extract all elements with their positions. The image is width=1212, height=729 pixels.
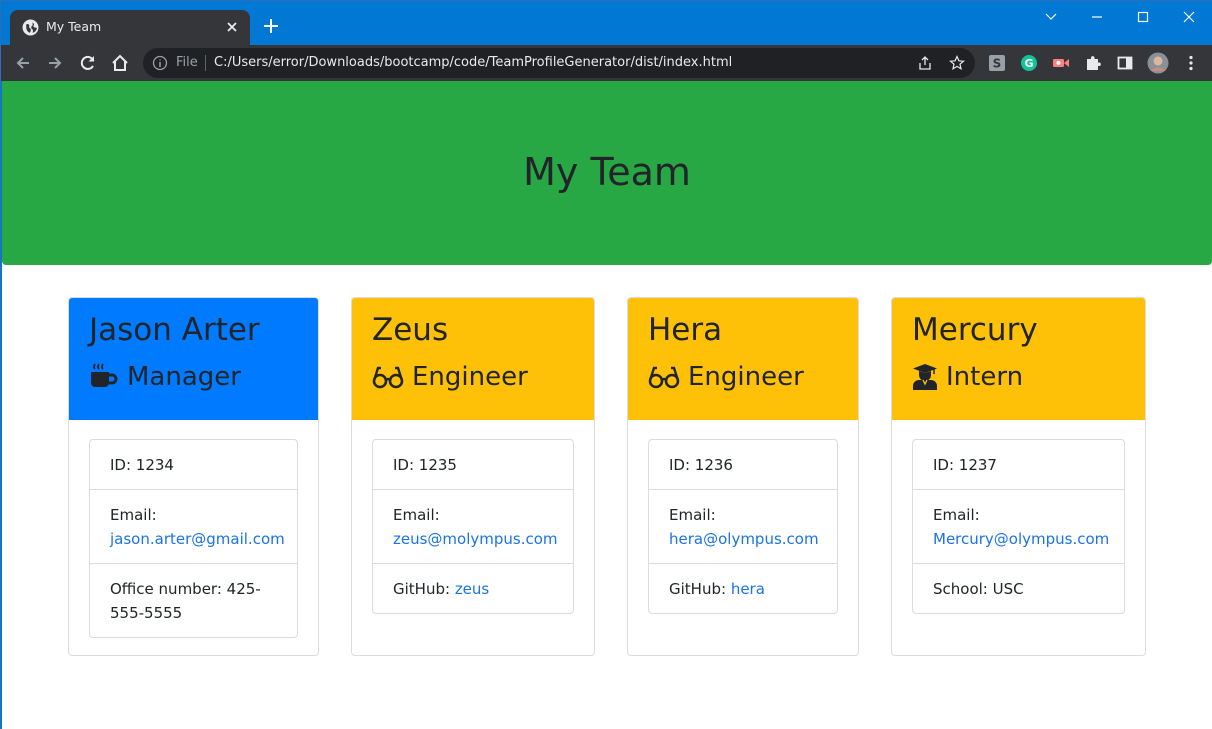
- page-title: My Team: [523, 150, 691, 194]
- card-header: Zeus Engineer: [352, 298, 594, 420]
- forward-icon[interactable]: [45, 53, 65, 73]
- employee-role: Manager: [89, 362, 241, 392]
- glasses-icon: [648, 366, 680, 389]
- employee-name: Hera: [648, 312, 723, 348]
- github-label: GitHub:: [393, 580, 455, 598]
- close-window-icon[interactable]: [1177, 7, 1201, 27]
- email-label: Email:: [393, 506, 440, 524]
- browser-window: My Team File C:/Users/error/Downloads/bo…: [0, 0, 1212, 729]
- employee-role: Engineer: [372, 362, 528, 392]
- menu-dots-icon[interactable]: [1182, 54, 1200, 72]
- chevron-down-icon[interactable]: [1039, 7, 1063, 27]
- page-content: My Team Jason Arter Manager ID: 1234 Ema…: [2, 81, 1212, 729]
- share-icon[interactable]: [917, 55, 933, 71]
- card-header: Jason Arter Manager: [69, 298, 318, 420]
- github-link[interactable]: zeus: [455, 580, 489, 598]
- side-panel-icon[interactable]: [1116, 54, 1134, 72]
- list-item-id: ID: 1235: [393, 456, 457, 474]
- jumbotron: My Team: [2, 81, 1212, 265]
- video-extension-icon[interactable]: [1052, 54, 1070, 72]
- svg-text:S: S: [993, 57, 1002, 71]
- back-icon[interactable]: [13, 53, 33, 73]
- address-bar[interactable]: File C:/Users/error/Downloads/bootcamp/c…: [143, 48, 975, 78]
- reload-icon[interactable]: [78, 53, 98, 73]
- url-scheme-label: File: [176, 55, 198, 70]
- list-item-email: Email: hera@olympus.com: [649, 489, 837, 563]
- role-label: Engineer: [412, 362, 528, 392]
- email-link[interactable]: jason.arter@gmail.com: [110, 530, 285, 548]
- email-link[interactable]: hera@olympus.com: [669, 530, 819, 548]
- svg-text:G: G: [1024, 57, 1033, 70]
- list-item-github: GitHub: hera: [649, 563, 837, 613]
- url-separator: [205, 55, 206, 71]
- title-bar: My Team: [1, 1, 1212, 45]
- email-link[interactable]: zeus@molympus.com: [393, 530, 558, 548]
- role-label: Manager: [127, 362, 241, 392]
- list-item-email: Email: zeus@molympus.com: [373, 489, 573, 563]
- card-header: Mercury Intern: [892, 298, 1145, 420]
- employee-card-engineer: Hera Engineer ID: 1236 Email: hera@olymp…: [627, 297, 859, 656]
- email-label: Email:: [933, 506, 980, 524]
- glasses-icon: [372, 366, 404, 389]
- email-link[interactable]: Mercury@olympus.com: [933, 530, 1109, 548]
- bookmark-star-icon[interactable]: [949, 55, 965, 71]
- employee-card-manager: Jason Arter Manager ID: 1234 Email: jaso…: [68, 297, 319, 656]
- new-tab-icon[interactable]: [262, 17, 280, 35]
- employee-name: Jason Arter: [89, 312, 260, 348]
- list-item-school: School: USC: [913, 563, 1124, 613]
- minimize-icon[interactable]: [1085, 7, 1109, 27]
- extension-s-icon[interactable]: S: [988, 54, 1006, 72]
- list-item-id: ID: 1236: [669, 456, 733, 474]
- role-label: Intern: [946, 362, 1024, 392]
- github-link[interactable]: hera: [731, 580, 765, 598]
- role-label: Engineer: [688, 362, 804, 392]
- info-list: ID: 1234 Email: jason.arter@gmail.com Of…: [89, 439, 298, 638]
- info-list: ID: 1235 Email: zeus@molympus.com GitHub…: [372, 439, 574, 614]
- card-header: Hera Engineer: [628, 298, 858, 420]
- list-item-github: GitHub: zeus: [373, 563, 573, 613]
- info-list: ID: 1236 Email: hera@olympus.com GitHub:…: [648, 439, 838, 614]
- employee-name: Zeus: [372, 312, 449, 348]
- maximize-icon[interactable]: [1131, 7, 1155, 27]
- email-label: Email:: [669, 506, 716, 524]
- grammarly-icon[interactable]: G: [1020, 54, 1038, 72]
- employee-name: Mercury: [912, 312, 1038, 348]
- avatar[interactable]: [1147, 52, 1169, 74]
- tab-title: My Team: [46, 19, 102, 34]
- email-label: Email:: [110, 506, 157, 524]
- info-list: ID: 1237 Email: Mercury@olympus.com Scho…: [912, 439, 1125, 614]
- employee-card-intern: Mercury Intern ID: 1237 Email: Mercury@o…: [891, 297, 1146, 656]
- github-label: GitHub:: [669, 580, 731, 598]
- employee-role: Intern: [912, 362, 1023, 392]
- puzzle-icon[interactable]: [1084, 54, 1102, 72]
- url-text[interactable]: C:/Users/error/Downloads/bootcamp/code/T…: [214, 55, 732, 70]
- list-item-email: Email: Mercury@olympus.com: [913, 489, 1124, 563]
- globe-icon: [22, 19, 39, 36]
- home-icon[interactable]: [110, 53, 130, 73]
- employee-role: Engineer: [648, 362, 804, 392]
- list-item-email: Email: jason.arter@gmail.com: [90, 489, 297, 563]
- info-icon[interactable]: [152, 55, 168, 71]
- employee-card-engineer: Zeus Engineer ID: 1235 Email: zeus@molym…: [351, 297, 595, 656]
- list-item-office: Office number: 425-555-5555: [90, 563, 297, 637]
- browser-toolbar: File C:/Users/error/Downloads/bootcamp/c…: [1, 45, 1212, 81]
- list-item-id: ID: 1237: [933, 456, 997, 474]
- graduate-icon: [913, 364, 937, 390]
- browser-tab[interactable]: My Team: [10, 10, 250, 45]
- mug-icon: [91, 363, 118, 387]
- close-tab-icon[interactable]: [224, 19, 240, 35]
- list-item-id: ID: 1234: [110, 456, 174, 474]
